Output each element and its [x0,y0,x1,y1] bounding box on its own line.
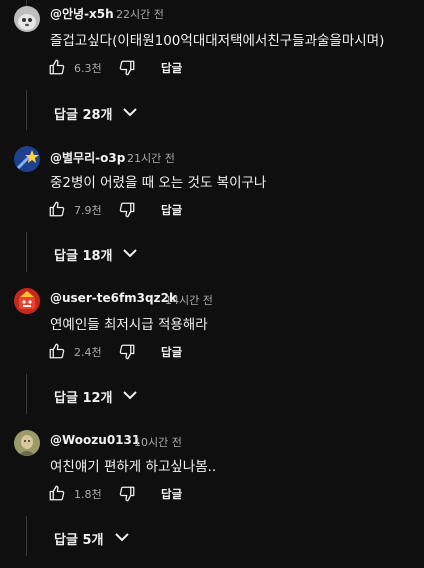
comment-time[interactable]: 22시간 전 [116,6,164,22]
view-replies-button[interactable]: 답글 12개 [54,385,174,407]
comment-thread: @user-te6fm3qz2k 14시간 전 연예인들 최저시급 적용해라 2… [0,284,424,426]
replies-count: 답글 18개 [54,249,113,264]
reply-button[interactable]: 답글 [161,60,182,76]
photo-avatar-icon[interactable] [14,430,40,456]
comment-author[interactable]: @안녕-x5h [50,5,114,22]
like-count: 7.9천 [74,204,102,217]
thumbs-up-icon[interactable] [48,484,66,502]
comment-actions: 6.3천 답글 [48,58,348,78]
thumbs-up-icon[interactable] [48,58,66,76]
like-count: 1.8천 [74,488,102,501]
comment-author[interactable]: @Woozu0131 [50,433,140,447]
comment-text: 중2병이 어렸을 때 오는 것도 복이구나 [50,175,267,191]
comment-text: 즐겁고싶다(이태원100억대대저택에서친구들과술을마시며) [50,33,385,49]
comment-thread: @별무리-o3p 21시간 전 중2병이 어렸을 때 오는 것도 복이구나 7.… [0,142,424,284]
comment-time[interactable]: 14시간 전 [165,292,213,308]
thumbs-down-icon[interactable] [118,485,136,503]
replies-count: 답글 12개 [54,391,113,406]
thread-line [26,90,27,130]
like-count: 2.4천 [74,346,102,359]
reply-button[interactable]: 답글 [161,486,182,502]
thumbs-down-icon[interactable] [118,59,136,77]
thumbs-down-icon[interactable] [118,343,136,361]
reply-button[interactable]: 답글 [161,344,182,360]
comment-actions: 1.8천 답글 [48,484,348,504]
comment-time[interactable]: 10시간 전 [134,434,182,450]
thumbs-down-icon[interactable] [118,201,136,219]
thumbs-up-icon[interactable] [48,342,66,360]
comment-time[interactable]: 21시간 전 [127,150,175,166]
thread-line [26,374,27,414]
thumbs-up-icon[interactable] [48,200,66,218]
thread-line [26,232,27,272]
red-character-avatar-icon[interactable] [14,288,40,314]
comment-author[interactable]: @별무리-o3p [50,149,125,166]
chevron-down-icon [123,391,137,400]
gray-cat-avatar-icon[interactable] [14,6,40,32]
chevron-down-icon [115,533,129,542]
chevron-down-icon [123,249,137,258]
shooting-star-avatar-icon[interactable] [14,146,40,172]
comment-actions: 2.4천 답글 [48,342,348,362]
thread-line [26,516,27,556]
comment-author[interactable]: @user-te6fm3qz2k [50,291,177,305]
comment-actions: 7.9천 답글 [48,200,348,220]
replies-count: 답글 5개 [54,533,104,548]
comment-thread: @안녕-x5h 22시간 전 즐겁고싶다(이태원100억대대저택에서친구들과술을… [0,0,424,142]
view-replies-button[interactable]: 답글 18개 [54,243,174,265]
view-replies-button[interactable]: 답글 5개 [54,527,174,549]
comment-text: 여친얘기 편하게 하고싶나봄.. [50,459,217,475]
chevron-down-icon [123,108,137,117]
replies-count: 답글 28개 [54,108,113,123]
like-count: 6.3천 [74,62,102,75]
view-replies-button[interactable]: 답글 28개 [54,102,174,124]
comment-thread: @Woozu0131 10시간 전 여친얘기 편하게 하고싶나봄.. 1.8천 … [0,426,424,568]
reply-button[interactable]: 답글 [161,202,182,218]
comment-text: 연예인들 최저시급 적용해라 [50,317,208,333]
